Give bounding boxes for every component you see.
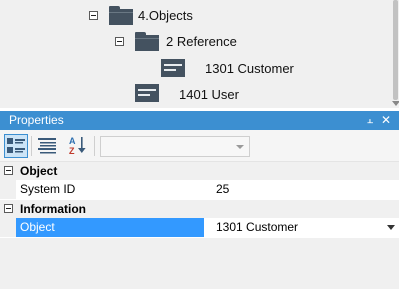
- collapse-toggle-icon[interactable]: [89, 11, 98, 20]
- table-icon: [135, 84, 159, 102]
- property-row-system-id[interactable]: System ID 25: [0, 180, 399, 199]
- scrollbar-thumb[interactable]: [393, 0, 398, 100]
- chevron-down-icon[interactable]: [387, 225, 395, 230]
- toolbar-separator: [31, 136, 32, 156]
- tree-item-label: 1301 Customer: [205, 61, 294, 76]
- property-value[interactable]: 25: [204, 180, 399, 199]
- svg-text:Z: Z: [69, 146, 75, 156]
- sort-az-icon: A Z: [69, 136, 86, 156]
- alphabetical-icon: [38, 138, 56, 154]
- svg-text:A: A: [69, 136, 76, 146]
- object-tree: 4.Objects 2 Reference 1301 Customer 1401…: [0, 0, 399, 108]
- scroll-down-icon[interactable]: [392, 101, 399, 106]
- pin-icon[interactable]: ⫠: [364, 113, 376, 127]
- folder-icon: [135, 32, 159, 51]
- categorized-view-button[interactable]: [4, 134, 28, 158]
- tree-item-user[interactable]: 1401 User: [134, 83, 374, 105]
- category-label: Object: [20, 164, 58, 178]
- tree-item-reference[interactable]: 2 Reference: [114, 31, 384, 53]
- row-margin: [0, 218, 16, 237]
- category-information[interactable]: Information: [0, 200, 399, 218]
- tree-item-customer[interactable]: 1301 Customer: [160, 58, 380, 80]
- panel-title: Properties: [9, 113, 64, 127]
- property-name: Object: [16, 218, 204, 237]
- category-object[interactable]: Object: [0, 162, 399, 180]
- object-selector-dropdown[interactable]: [100, 136, 250, 157]
- collapse-toggle-icon[interactable]: [115, 37, 124, 46]
- collapse-toggle-icon[interactable]: [4, 166, 13, 175]
- property-value[interactable]: 1301 Customer: [204, 218, 399, 237]
- properties-titlebar: Properties ⫠ ✕: [0, 111, 399, 130]
- tree-item-label: 2 Reference: [166, 34, 237, 49]
- close-icon[interactable]: ✕: [380, 113, 392, 127]
- sort-az-button[interactable]: A Z: [66, 134, 90, 158]
- tree-item-label: 1401 User: [179, 87, 239, 102]
- property-name: System ID: [20, 182, 76, 196]
- tree-item-label: 4.Objects: [138, 8, 193, 23]
- tree-item-objects[interactable]: 4.Objects: [88, 5, 388, 27]
- collapse-toggle-icon[interactable]: [4, 204, 13, 213]
- property-description-area: [0, 238, 399, 289]
- toolbar-separator: [94, 136, 95, 156]
- alphabetical-view-button[interactable]: [36, 134, 60, 158]
- row-margin: [0, 180, 16, 199]
- chevron-down-icon[interactable]: [236, 145, 244, 149]
- table-icon: [161, 59, 185, 77]
- tree-scrollbar[interactable]: [391, 0, 399, 108]
- categorized-icon: [7, 138, 25, 153]
- category-label: Information: [20, 202, 86, 216]
- folder-icon: [109, 6, 133, 25]
- property-row-object[interactable]: Object 1301 Customer: [0, 218, 399, 237]
